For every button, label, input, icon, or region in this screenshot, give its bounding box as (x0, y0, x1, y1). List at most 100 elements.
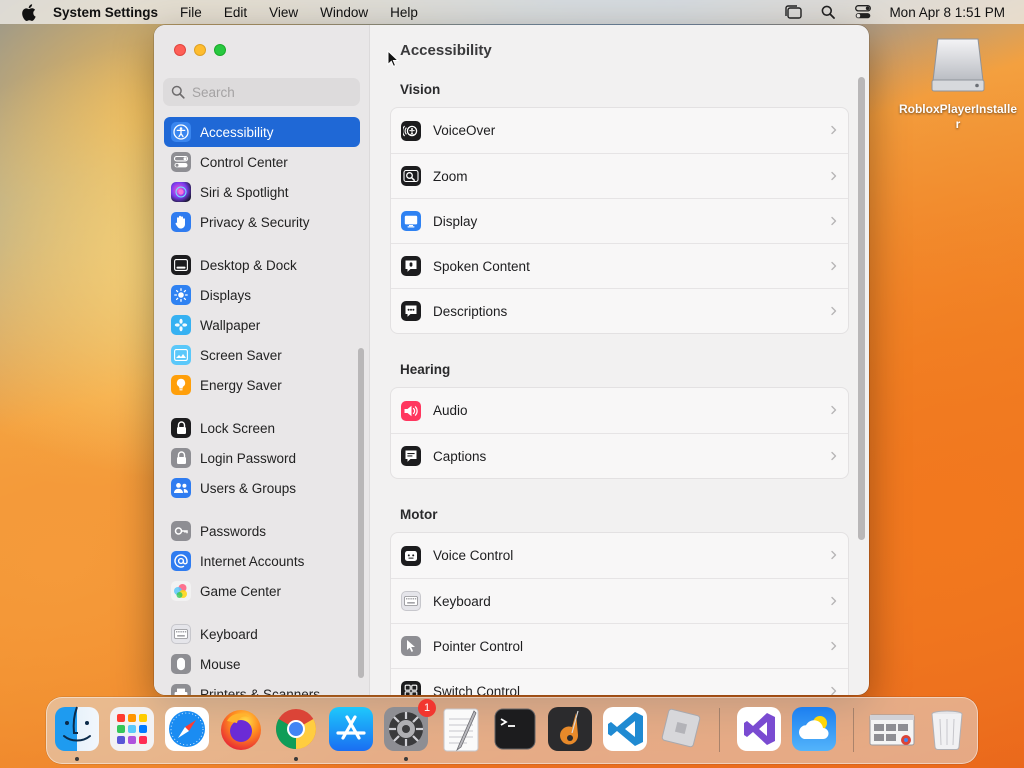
sidebar: Search Accessibility Control Center Siri… (154, 25, 370, 695)
row-pointer-control[interactable]: Pointer Control (391, 623, 848, 668)
trash-icon (931, 710, 963, 751)
sidebar-item-login-password[interactable]: Login Password (164, 443, 360, 473)
dock-trash[interactable] (923, 705, 971, 753)
search-placeholder: Search (192, 84, 235, 100)
chevron-right-icon (830, 214, 838, 228)
dock-textedit[interactable] (437, 705, 485, 753)
control-center-icon[interactable] (854, 4, 872, 20)
sidebar-item-label: Screen Saver (200, 347, 282, 363)
apple-menu-icon[interactable] (17, 1, 39, 23)
spoken-content-icon (401, 256, 421, 276)
sidebar-item-accessibility[interactable]: Accessibility (164, 117, 360, 147)
dock-terminal[interactable] (491, 705, 539, 753)
padlock-icon (171, 448, 191, 468)
menu-file[interactable]: File (180, 5, 202, 20)
dock-garageband[interactable] (546, 705, 594, 753)
main-scrollbar[interactable] (858, 77, 865, 540)
minimize-button[interactable] (194, 44, 206, 56)
row-descriptions[interactable]: Descriptions (391, 288, 848, 333)
motor-group: Voice Control Keyboard Pointer Control S… (390, 532, 849, 695)
sidebar-item-desktop-dock[interactable]: Desktop & Dock (164, 250, 360, 280)
menu-clock[interactable]: Mon Apr 8 1:51 PM (889, 5, 1005, 20)
sidebar-item-displays[interactable]: Displays (164, 280, 360, 310)
row-label: VoiceOver (433, 123, 496, 138)
chevron-right-icon (830, 259, 838, 273)
row-captions[interactable]: Captions (391, 433, 848, 478)
sidebar-item-label: Users & Groups (200, 480, 297, 496)
row-voiceover[interactable]: VoiceOver (391, 108, 848, 153)
section-heading-hearing: Hearing (400, 362, 451, 377)
sidebar-item-mouse[interactable]: Mouse (164, 649, 360, 679)
row-spoken-content[interactable]: Spoken Content (391, 243, 848, 288)
sidebar-item-label: Accessibility (200, 124, 274, 140)
desktop-item-roblox-installer[interactable]: RobloxPlayerInstaller (898, 34, 1018, 132)
dock-vscode[interactable] (601, 705, 649, 753)
menu-view[interactable]: View (269, 5, 298, 20)
sidebar-item-energy-saver[interactable]: Energy Saver (164, 370, 360, 400)
menu-edit[interactable]: Edit (224, 5, 247, 20)
vscode-icon (603, 707, 647, 751)
sidebar-item-label: Displays (200, 287, 252, 303)
dock-roblox[interactable] (656, 705, 704, 753)
search-field[interactable]: Search (163, 78, 360, 106)
sidebar-item-privacy-security[interactable]: Privacy & Security (164, 207, 360, 237)
zoom-button[interactable] (214, 44, 226, 56)
chevron-right-icon (830, 639, 838, 653)
sidebar-item-label: Privacy & Security (200, 214, 310, 230)
hearing-group: Audio Captions (390, 387, 849, 479)
row-display[interactable]: Display (391, 198, 848, 243)
roblox-icon (661, 708, 701, 748)
row-label: Descriptions (433, 303, 508, 319)
sidebar-item-label: Keyboard (200, 626, 258, 642)
dock-system-settings[interactable]: 1 (382, 699, 436, 753)
sidebar-item-internet-accounts[interactable]: Internet Accounts (164, 546, 360, 576)
keyboard-icon (401, 591, 421, 611)
spotlight-search-icon[interactable] (819, 4, 837, 20)
vision-group: VoiceOver Zoom Display Spoken Content De… (390, 107, 849, 334)
page-title: Accessibility (400, 42, 492, 59)
dock-launchpad[interactable] (108, 705, 156, 753)
siri-icon (171, 182, 191, 202)
menu-help[interactable]: Help (390, 5, 418, 20)
dock-app-store[interactable] (327, 705, 375, 753)
lock-icon (171, 418, 191, 438)
sidebar-item-passwords[interactable]: Passwords (164, 516, 360, 546)
sidebar-item-users-groups[interactable]: Users & Groups (164, 473, 360, 503)
dock-visual-studio[interactable] (735, 705, 783, 753)
sidebar-item-siri-spotlight[interactable]: Siri & Spotlight (164, 177, 360, 207)
dock-safari[interactable] (163, 705, 211, 753)
row-voice-control[interactable]: Voice Control (391, 533, 848, 578)
flower-icon (171, 315, 191, 335)
close-button[interactable] (174, 44, 186, 56)
row-keyboard[interactable]: Keyboard (391, 578, 848, 623)
sidebar-item-wallpaper[interactable]: Wallpaper (164, 310, 360, 340)
sidebar-item-control-center[interactable]: Control Center (164, 147, 360, 177)
dock-weather[interactable] (790, 705, 838, 753)
textedit-icon (443, 708, 479, 752)
mouse-cursor-icon (387, 49, 400, 68)
sidebar-item-game-center[interactable]: Game Center (164, 576, 360, 606)
sidebar-item-printers-scanners[interactable]: Printers & Scanners (164, 679, 360, 695)
menu-app-name[interactable]: System Settings (53, 5, 158, 20)
row-label: Voice Control (433, 548, 514, 563)
sun-icon (171, 285, 191, 305)
row-zoom[interactable]: Zoom (391, 153, 848, 198)
dock-firefox[interactable] (217, 705, 265, 753)
sidebar-scrollbar[interactable] (358, 348, 364, 678)
display-icon (401, 211, 421, 231)
dock-chrome[interactable] (272, 705, 320, 753)
dock-finder[interactable] (53, 705, 101, 753)
menu-bar: System Settings File Edit View Window He… (0, 0, 1024, 24)
dock-recent-window[interactable] (868, 705, 916, 753)
menu-window[interactable]: Window (320, 5, 368, 20)
dock: 1 (46, 697, 978, 764)
sidebar-item-screen-saver[interactable]: Screen Saver (164, 340, 360, 370)
stage-manager-icon[interactable] (784, 4, 803, 20)
finder-icon (55, 706, 99, 751)
sidebar-item-keyboard[interactable]: Keyboard (164, 619, 360, 649)
safari-icon (165, 707, 209, 751)
sidebar-item-lock-screen[interactable]: Lock Screen (164, 413, 360, 443)
game-center-icon (171, 581, 191, 601)
row-switch-control[interactable]: Switch Control (391, 668, 848, 695)
row-audio[interactable]: Audio (391, 388, 848, 433)
